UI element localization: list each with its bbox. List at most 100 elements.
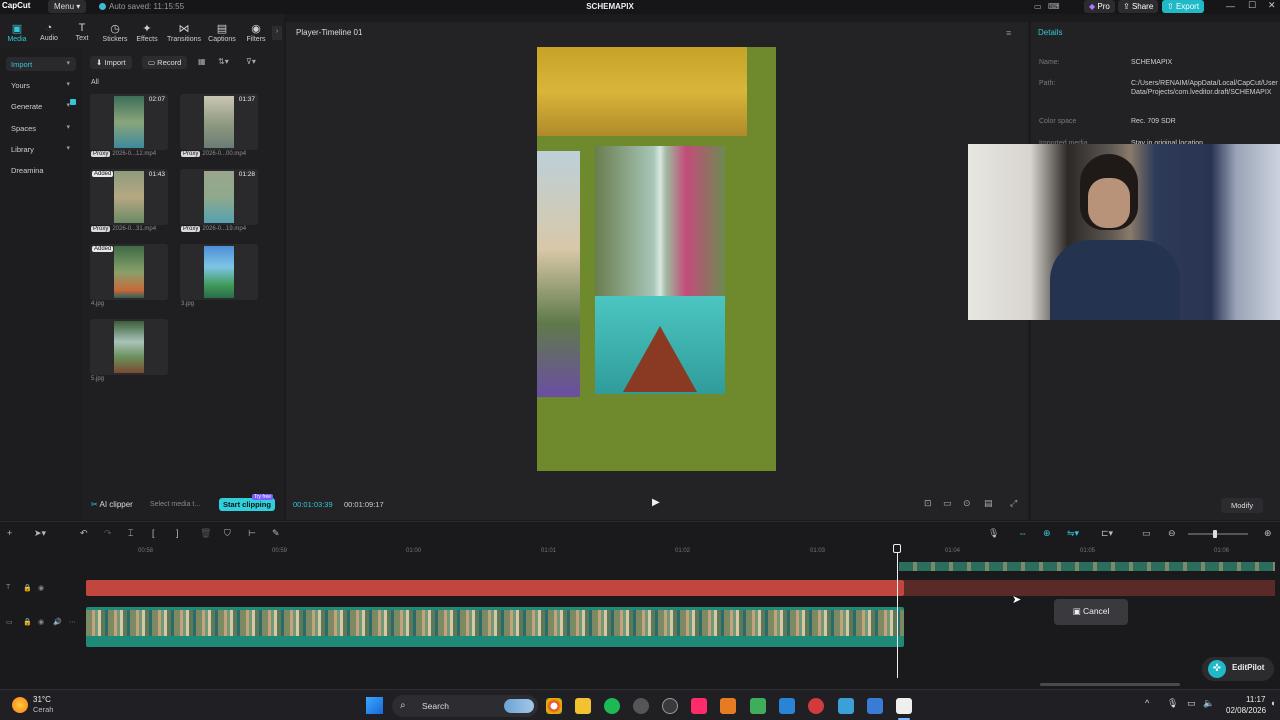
minimize-icon[interactable]: — [1226, 1, 1235, 11]
app-icon-gray[interactable] [633, 698, 649, 714]
overlay-track-clip[interactable] [899, 562, 1275, 571]
lock-icon[interactable]: 🔒 [23, 618, 32, 626]
share-button[interactable]: ⇪ Share [1118, 0, 1159, 13]
quality-icon[interactable]: ▭ [943, 498, 952, 509]
tab-text[interactable]: T Text [65, 22, 99, 42]
media-item-video-1[interactable]: 02:07 [90, 94, 168, 150]
chrome-icon[interactable] [546, 698, 562, 714]
player-menu-icon[interactable]: ≡ [1006, 28, 1011, 38]
auto-reframe-icon[interactable]: ✎ [272, 528, 280, 539]
zoom-fit-icon[interactable]: ⊙ [963, 498, 971, 509]
sort-icon[interactable]: ⇅▾ [218, 57, 229, 66]
maximize-icon[interactable]: ☐ [1248, 0, 1256, 11]
snap-icon[interactable]: ⊏▾ [1101, 528, 1113, 539]
delete-icon[interactable]: 🗑 [200, 528, 211, 539]
app-icon-green[interactable] [604, 698, 620, 714]
app-icon-clock[interactable] [662, 698, 678, 714]
tab-effects[interactable]: ✦ Effects [130, 22, 164, 43]
timeline-scrollbar[interactable] [1040, 683, 1180, 686]
chevron-up-icon[interactable]: ^ [1145, 698, 1149, 708]
eye-icon[interactable]: ◉ [38, 584, 44, 592]
eye-icon[interactable]: ◉ [38, 618, 44, 626]
video-track-clip[interactable] [86, 607, 904, 647]
keyboard-icon[interactable]: ⌨ [1048, 2, 1060, 11]
tab-media[interactable]: ▣ Media [0, 22, 34, 43]
tab-filters[interactable]: ◉ Filters [240, 22, 272, 43]
view-toggle-icon[interactable]: ▦ [198, 57, 206, 66]
sidebar-item-import[interactable]: Import ▾ [6, 57, 76, 71]
app-icon-blue[interactable] [867, 698, 883, 714]
media-item-image-4[interactable]: Added [90, 244, 168, 300]
volume-icon[interactable]: 🔈 [1203, 698, 1214, 709]
sidebar-item-spaces[interactable]: Spaces ▾ [6, 121, 76, 135]
aspect-icon[interactable]: ▤ [984, 498, 993, 509]
tab-transitions[interactable]: ⋈ Transitions [167, 22, 201, 43]
file-explorer-icon[interactable] [575, 698, 591, 714]
editpilot-button[interactable]: ✜ EditPilot [1202, 657, 1274, 681]
zoom-out-icon[interactable]: ⊖ [1168, 528, 1176, 539]
media-item-image-3[interactable] [180, 244, 258, 300]
sidebar-item-yours[interactable]: Yours ▾ [6, 78, 76, 92]
menu-button[interactable]: Menu ▾ [48, 0, 87, 13]
ratio-icon[interactable]: ⊡ [924, 498, 932, 509]
lock-icon[interactable]: 🔒 [23, 584, 32, 592]
select-tool-icon[interactable]: ➤▾ [34, 528, 46, 539]
tab-captions[interactable]: ▤ Captions [205, 22, 239, 43]
tiktok-icon[interactable] [691, 698, 707, 714]
mute-icon[interactable]: 🔊 [53, 618, 62, 626]
layout-icon[interactable]: ▭ [1034, 2, 1042, 11]
photos-icon[interactable] [779, 698, 795, 714]
tab-stickers[interactable]: ◷ Stickers [98, 22, 132, 43]
network-icon[interactable]: ▭ [1187, 698, 1196, 709]
pro-button[interactable]: ◆ Pro [1084, 0, 1115, 13]
modify-button[interactable]: Modify [1221, 498, 1264, 513]
playhead[interactable] [897, 548, 898, 678]
redo-icon[interactable]: ↷ [104, 528, 112, 539]
zoom-slider[interactable] [1188, 530, 1248, 538]
sidebar-item-generate[interactable]: Generate ▾ [6, 99, 76, 113]
mic-icon[interactable]: 🎙 [988, 528, 999, 539]
fullscreen-icon[interactable]: ⤢ [1010, 498, 1017, 509]
app-icon-lime[interactable] [750, 698, 766, 714]
notification-icon[interactable]: ◖ [1270, 698, 1275, 708]
split-right-icon[interactable]: ] [176, 528, 179, 538]
caption-track-icon[interactable]: ▭ [1142, 528, 1151, 539]
tab-audio[interactable]: ◔ Audio [32, 22, 66, 42]
cancel-button[interactable]: ▣ Cancel [1054, 599, 1128, 625]
red-track-clip-pending[interactable] [904, 580, 1275, 596]
app-icon-red[interactable] [808, 698, 824, 714]
zoom-in-icon[interactable]: ⊕ [1264, 528, 1272, 539]
close-icon[interactable]: ✕ [1268, 0, 1276, 11]
record-button[interactable]: ▭ Record [142, 56, 188, 69]
app-icon-orange[interactable] [720, 698, 736, 714]
marker-icon[interactable]: ⛉ [224, 528, 231, 539]
playhead-handle[interactable] [893, 544, 901, 553]
capcut-icon[interactable] [896, 698, 912, 714]
filter-icon[interactable]: ⊽▾ [246, 57, 256, 66]
sidebar-item-library[interactable]: Library ▾ [6, 142, 76, 156]
scroll-right-icon[interactable]: › [272, 26, 282, 40]
mic-tray-icon[interactable]: 🎙 [1167, 698, 1178, 709]
media-item-video-4[interactable]: 01:28 [180, 169, 258, 225]
more-icon[interactable]: ⋯ [69, 618, 76, 626]
play-icon[interactable]: ▶ [652, 497, 660, 508]
media-item-video-3[interactable]: Added 01:43 [90, 169, 168, 225]
export-button[interactable]: ⇧ Export [1162, 0, 1205, 13]
split-icon[interactable]: ⌶ [128, 528, 133, 539]
undo-icon[interactable]: ↶ [80, 528, 88, 539]
freeze-icon[interactable]: ⊢ [248, 528, 256, 539]
taskbar-search[interactable]: ⌕ Search [392, 695, 538, 717]
import-button[interactable]: ⬇ Import [90, 56, 132, 69]
preview-axis-icon[interactable]: ⇋▾ [1067, 528, 1079, 539]
red-track-clip[interactable] [86, 580, 904, 596]
windows-start-icon[interactable] [366, 697, 383, 714]
ai-clipper-label[interactable]: ✂ AI clipper [91, 500, 133, 509]
linkage-icon[interactable]: ⊕ [1043, 528, 1051, 539]
sidebar-item-dreamina[interactable]: Dreamina [6, 163, 76, 177]
main-track-magnet-icon[interactable]: ⇔ [1018, 528, 1027, 538]
media-item-image-5[interactable] [90, 319, 168, 375]
media-item-video-2[interactable]: 01:37 [180, 94, 258, 150]
split-left-icon[interactable]: [ [152, 528, 155, 538]
video-preview[interactable] [537, 47, 776, 471]
add-track-icon[interactable]: + [7, 528, 12, 538]
